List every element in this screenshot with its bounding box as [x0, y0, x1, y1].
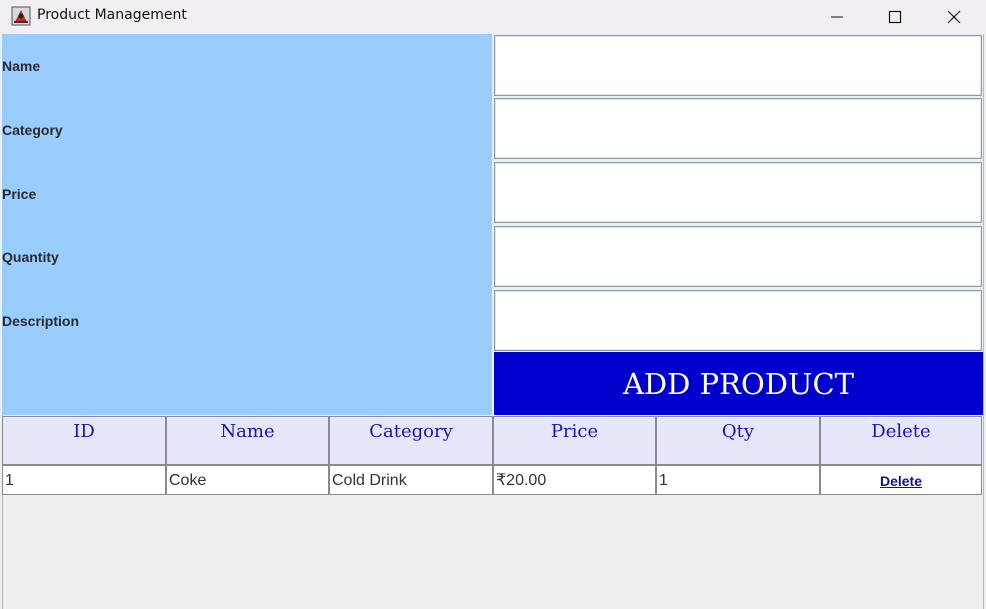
category-field[interactable] — [494, 98, 982, 159]
category-label: Category — [2, 122, 63, 138]
minimize-button[interactable] — [808, 0, 866, 33]
price-label: Price — [2, 186, 37, 202]
column-header-category: Category — [329, 416, 493, 465]
add-product-button[interactable]: ADD PRODUCT — [494, 352, 983, 415]
close-button[interactable] — [925, 0, 983, 33]
description-label: Description — [2, 313, 80, 329]
window-title: Product Management — [37, 7, 187, 23]
close-icon — [947, 10, 961, 23]
title-bar: Product Management — [0, 0, 986, 33]
java-duke-icon[interactable] — [11, 6, 31, 26]
minimize-icon — [831, 16, 843, 17]
delete-link[interactable]: Delete — [880, 473, 922, 489]
quantity-field[interactable] — [494, 226, 982, 287]
name-label: Name — [2, 58, 41, 74]
maximize-icon — [888, 10, 902, 23]
column-header-id: ID — [2, 416, 166, 465]
column-header-delete: Delete — [820, 416, 982, 465]
cell-id: 1 — [2, 465, 166, 495]
price-field[interactable] — [494, 162, 982, 223]
column-header-price: Price — [493, 416, 656, 465]
column-header-qty: Qty — [656, 416, 820, 465]
cell-name: Coke — [166, 465, 329, 495]
cell-qty: 1 — [656, 465, 820, 495]
cell-price: ₹20.00 — [493, 465, 656, 495]
column-header-name: Name — [166, 416, 329, 465]
cell-delete: Delete — [820, 465, 982, 495]
description-field[interactable] — [494, 290, 982, 351]
form-label-panel — [2, 34, 492, 415]
maximize-button[interactable] — [866, 0, 924, 33]
name-field[interactable] — [494, 35, 982, 96]
quantity-label: Quantity — [2, 249, 59, 265]
cell-category: Cold Drink — [329, 465, 493, 495]
